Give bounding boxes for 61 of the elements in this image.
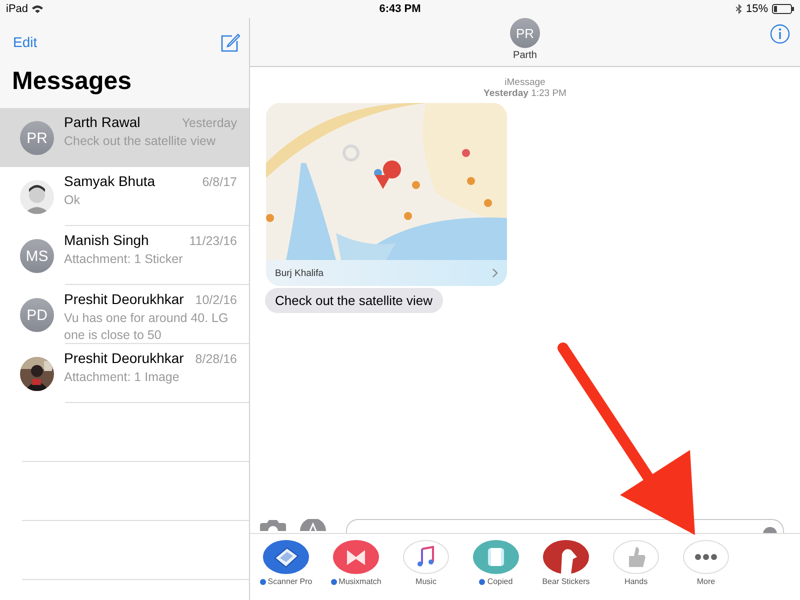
message-date: 11/23/16 (189, 234, 237, 248)
bluetooth-icon (736, 4, 742, 14)
avatar: MS (20, 239, 54, 273)
message-preview: Check out the satellite view (64, 133, 216, 150)
edit-button[interactable]: Edit (13, 34, 38, 50)
device-name: iPad (6, 3, 28, 15)
scanner-icon (263, 540, 309, 574)
message-preview: Vu has one for around 40. LG one is close to 50 (64, 310, 230, 344)
app-item[interactable]: Bear Stickers (543, 540, 589, 600)
contact-name: Samyak Bhuta (64, 173, 156, 189)
app-label: Scanner Pro (268, 577, 312, 586)
contact-name: Parth (513, 50, 537, 61)
conversation-item[interactable]: Preshit Deorukhkar 8/28/16 Attachment: 1 Image (0, 344, 249, 403)
conversation-item[interactable]: MS Manish Singh 11/23/16 Attachment: 1 Sticker (0, 226, 249, 285)
chevron-icon (492, 268, 498, 278)
message-date: 10/2/16 (195, 293, 237, 307)
location-name: Burj Khalifa (275, 268, 324, 278)
more-icon (683, 540, 729, 574)
app-item[interactable]: Copied (473, 540, 519, 600)
contact-name: Parth Rawal (64, 114, 140, 130)
music-note-icon (403, 540, 449, 574)
app-item[interactable]: Hands (613, 540, 659, 600)
message-preview: Ok (64, 192, 81, 209)
message-preview: Attachment: 1 Sticker (64, 251, 184, 268)
battery-percentage: 15% (746, 3, 768, 15)
app-label: Hands (624, 577, 648, 586)
message-date: 8/28/16 (195, 352, 237, 366)
bear-icon (543, 540, 589, 574)
app-store-icon[interactable] (300, 519, 326, 531)
app-label: Musixmatch (338, 577, 382, 586)
avatar: PD (20, 298, 54, 332)
app-item[interactable]: More (683, 540, 729, 600)
conversation-item[interactable]: PD Preshit Deorukhkar 10/2/16 Vu has one for around 40. LG one is close to 50 (0, 285, 249, 344)
app-label: Music (416, 577, 436, 586)
conversation-item[interactable]: Samyak Bhuta 6/8/17 Ok (0, 167, 249, 226)
info-icon[interactable] (770, 24, 790, 44)
app-label: Bear Stickers (542, 577, 590, 586)
message-date: 6/8/17 (202, 175, 237, 189)
wifi-icon (32, 5, 44, 13)
message-preview: Attachment: 1 Image (64, 369, 180, 386)
service-label: iMessage (504, 77, 546, 88)
compose-icon[interactable] (221, 32, 240, 52)
contact-name: Preshit Deorukhkar (64, 291, 184, 307)
thumbs-up-icon (613, 540, 659, 574)
page-title: Messages (11, 66, 133, 96)
map-card[interactable]: Burj Khalifa (266, 103, 507, 286)
timestamp: Yesterday 1:23 PM (482, 88, 568, 99)
app-item[interactable]: Music (403, 540, 449, 600)
app-item[interactable]: Musixmatch (333, 540, 379, 600)
battery-icon (772, 4, 794, 14)
copy-icon (473, 540, 519, 574)
bow-icon (333, 540, 379, 574)
conversation-item[interactable]: PR Parth Rawal Yesterday Check out the satellite view (0, 108, 249, 167)
message-bubble: Check out the satellite view (265, 288, 443, 313)
app-label: Copied (487, 577, 513, 586)
avatar: PR (20, 121, 54, 155)
contact-name: Manish Singh (64, 232, 149, 248)
contact-name: Preshit Deorukhkar (64, 350, 184, 366)
app-label: More (696, 577, 716, 586)
message-date: Yesterday (182, 116, 237, 130)
clock: 6:43 PM (379, 3, 421, 15)
